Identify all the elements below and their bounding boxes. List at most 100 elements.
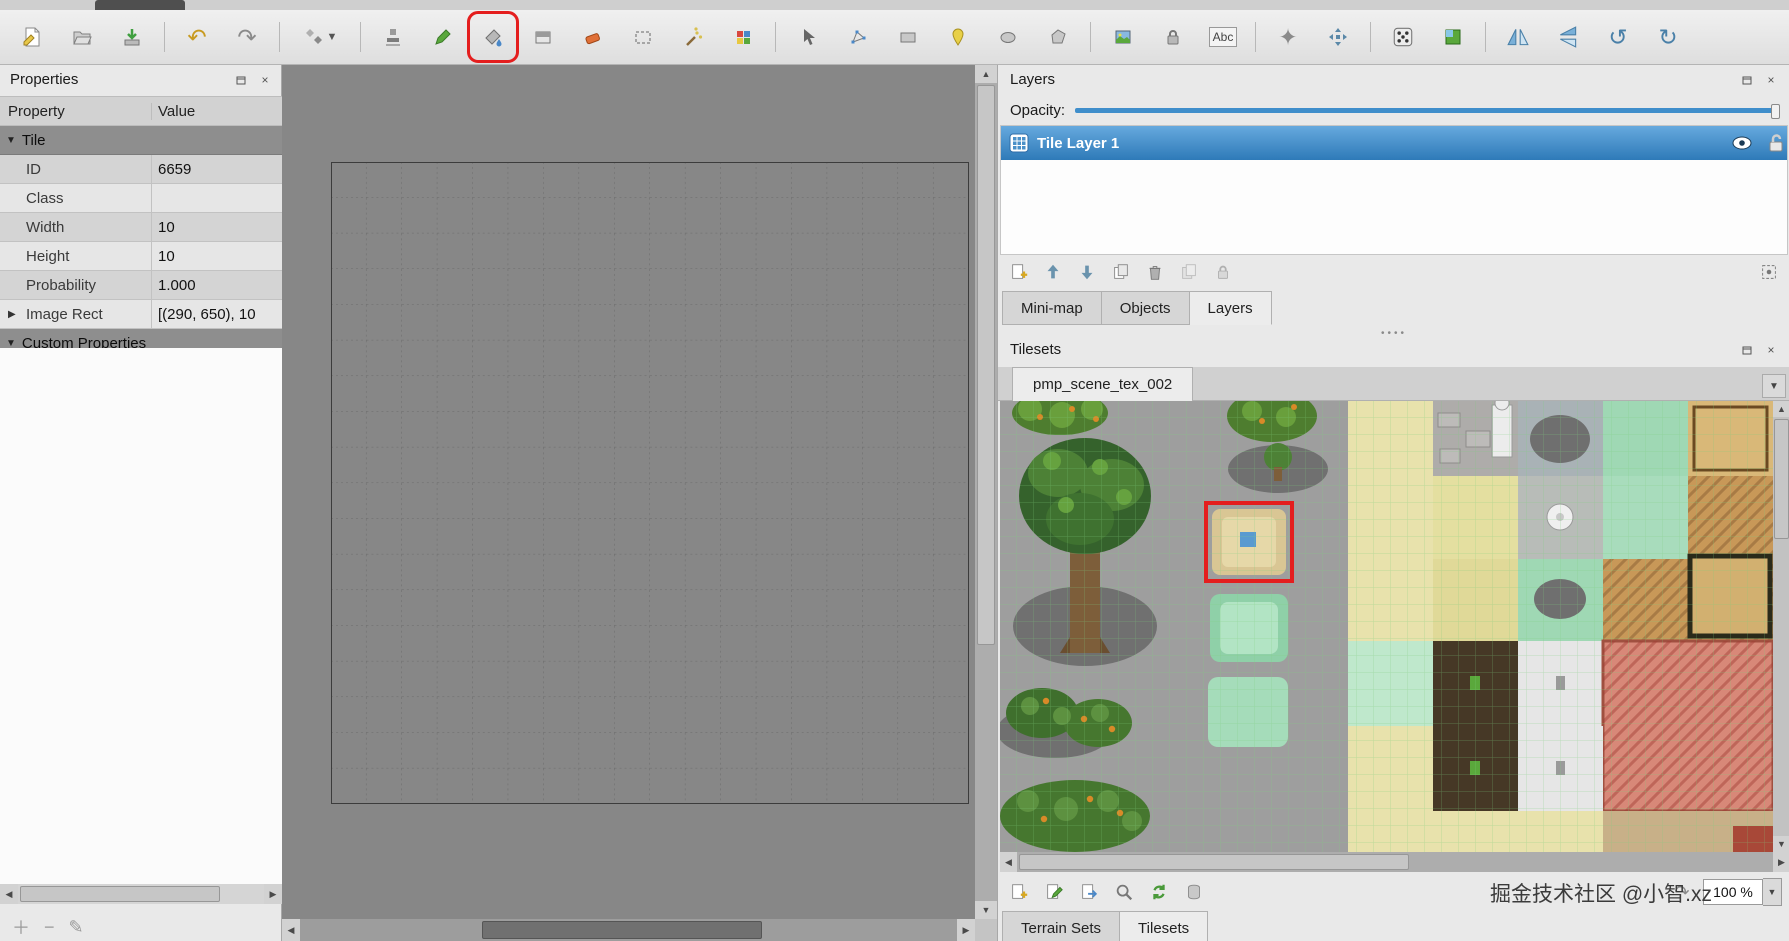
sparkle-button[interactable]: ✦ [1270, 19, 1306, 55]
scroll-right-arrow[interactable]: ▶ [264, 884, 282, 904]
insert-polygon-button[interactable] [1040, 19, 1076, 55]
scrollbar-corner [975, 919, 997, 941]
scroll-left-arrow[interactable]: ◀ [1000, 852, 1017, 872]
layer-row-tile-layer-1[interactable]: Tile Layer 1 [1001, 126, 1787, 160]
tab-terrain-sets[interactable]: Terrain Sets [1002, 911, 1121, 941]
document-tab[interactable] [95, 0, 185, 10]
scroll-left-arrow[interactable]: ◀ [282, 919, 300, 941]
highlight-current-layer-button[interactable] [1756, 259, 1782, 285]
watermark-text: 掘金技术社区 @小智.xz [1490, 883, 1712, 906]
rotate-left-button[interactable]: ↺ [1600, 19, 1636, 55]
tileset-tab-pmp-scene-tex-002[interactable]: pmp_scene_tex_002 [1012, 367, 1194, 401]
insert-tile-button[interactable] [1105, 19, 1141, 55]
close-panel-icon[interactable]: × [1763, 72, 1779, 88]
opacity-label: Opacity: [1010, 101, 1066, 119]
pan-button[interactable] [1320, 19, 1356, 55]
scroll-down-arrow[interactable]: ▼ [1773, 836, 1789, 852]
edit-property-button[interactable]: ✎ [69, 917, 84, 938]
eraser-button[interactable] [575, 19, 611, 55]
add-property-button[interactable]: ＋ [12, 914, 30, 940]
tileset-horizontal-scrollbar[interactable]: ◀ ▶ [1000, 852, 1789, 872]
open-file-button[interactable] [64, 19, 100, 55]
scroll-right-arrow[interactable]: ▶ [957, 919, 975, 941]
bucket-fill-button[interactable] [467, 11, 519, 63]
undo-button[interactable]: ↶ [179, 19, 215, 55]
edit-polygons-button[interactable] [840, 19, 876, 55]
terrain-brush-button[interactable] [425, 19, 461, 55]
magic-wand-button[interactable] [675, 19, 711, 55]
raise-layer-icon [1047, 264, 1059, 279]
map-canvas[interactable]: ▲ ▼ ◀ ▶ [282, 65, 997, 941]
lock-layer-button-disabled[interactable] [1210, 259, 1236, 285]
scrollbar-thumb[interactable] [482, 921, 762, 939]
scrollbar-thumb[interactable] [977, 85, 995, 645]
new-layer-button[interactable] [1006, 259, 1032, 285]
property-group-tile[interactable]: ▼ Tile [0, 126, 282, 155]
scroll-up-arrow[interactable]: ▲ [1773, 401, 1789, 417]
property-row-image-rect: ▶ Image Rect [(290, 650), 10 [0, 300, 282, 329]
tileset-view[interactable] [1000, 401, 1773, 852]
remove-layer-button[interactable] [1142, 259, 1168, 285]
remove-property-button[interactable]: − [44, 917, 55, 938]
select-object-button[interactable] [790, 19, 826, 55]
close-panel-icon[interactable]: × [257, 72, 273, 88]
insert-ellipse-button[interactable] [990, 19, 1026, 55]
new-tileset-button[interactable] [1006, 879, 1032, 905]
export-tileset-button[interactable] [1076, 879, 1102, 905]
scroll-left-arrow[interactable]: ◀ [0, 884, 18, 904]
raise-layer-button[interactable] [1040, 259, 1066, 285]
scroll-up-arrow[interactable]: ▲ [975, 65, 997, 83]
map-horizontal-scrollbar[interactable]: ◀ ▶ [282, 919, 975, 941]
edit-tileset-button[interactable] [1041, 879, 1067, 905]
float-panel-icon[interactable] [1739, 342, 1755, 358]
duplicate-layer-button[interactable] [1108, 259, 1134, 285]
flip-vertical-button[interactable] [1550, 19, 1586, 55]
properties-horizontal-scrollbar[interactable]: ◀ ▶ [0, 884, 282, 904]
rotate-right-button[interactable]: ↻ [1650, 19, 1686, 55]
tab-objects[interactable]: Objects [1101, 291, 1190, 325]
visibility-eye-icon[interactable] [1731, 136, 1753, 150]
expand-triangle-icon[interactable]: ▶ [8, 309, 16, 320]
die-button[interactable] [1385, 19, 1421, 55]
dock-splitter-handle[interactable]: •••• [998, 328, 1789, 339]
insert-template-button[interactable] [1155, 19, 1191, 55]
tab-layers[interactable]: Layers [1189, 291, 1272, 325]
save-button[interactable] [114, 19, 150, 55]
scrollbar-thumb[interactable] [1019, 854, 1409, 870]
stamp-brush-button[interactable] [375, 19, 411, 55]
random-stamp-button[interactable]: ▼ [294, 19, 346, 55]
embed-tileset-button[interactable] [1146, 879, 1172, 905]
remove-tileset-button[interactable] [1181, 879, 1207, 905]
scrollbar-thumb[interactable] [20, 886, 220, 902]
tab-tilesets[interactable]: Tilesets [1120, 911, 1209, 941]
right-dock-area: Layers × Opacity: Tile Layer 1 Mini-map … [997, 65, 1789, 941]
copy-layer-button-disabled[interactable] [1176, 259, 1202, 285]
float-panel-icon[interactable] [1739, 72, 1755, 88]
float-panel-icon[interactable] [233, 72, 249, 88]
tileset-vertical-scrollbar[interactable]: ▲ ▼ [1773, 401, 1789, 852]
select-same-tile-button[interactable] [725, 19, 761, 55]
new-file-button[interactable] [14, 19, 50, 55]
scroll-down-arrow[interactable]: ▼ [975, 901, 997, 919]
zoom-tileset-button[interactable] [1111, 879, 1137, 905]
scrollbar-thumb[interactable] [1774, 419, 1789, 539]
lower-layer-button[interactable] [1074, 259, 1100, 285]
lock-icon[interactable] [1767, 133, 1785, 153]
map-grid[interactable] [331, 162, 969, 804]
insert-point-button[interactable] [940, 19, 976, 55]
flip-horizontal-button[interactable] [1500, 19, 1536, 55]
redo-button[interactable]: ↷ [229, 19, 265, 55]
opacity-slider[interactable] [1075, 102, 1780, 119]
shape-fill-button[interactable] [525, 19, 561, 55]
scroll-right-arrow[interactable]: ▶ [1773, 852, 1789, 872]
tileset-image[interactable] [1000, 401, 1773, 852]
tileset-view-button[interactable] [1435, 19, 1471, 55]
opacity-slider-handle[interactable] [1771, 104, 1780, 119]
insert-rectangle-button[interactable] [890, 19, 926, 55]
map-vertical-scrollbar[interactable]: ▲ ▼ [975, 65, 997, 919]
insert-text-button[interactable]: Abc [1205, 19, 1241, 55]
close-panel-icon[interactable]: × [1763, 342, 1779, 358]
tileset-list-dropdown-button[interactable]: ▼ [1762, 374, 1786, 398]
rectangular-select-button[interactable] [625, 19, 661, 55]
tab-mini-map[interactable]: Mini-map [1002, 291, 1102, 325]
